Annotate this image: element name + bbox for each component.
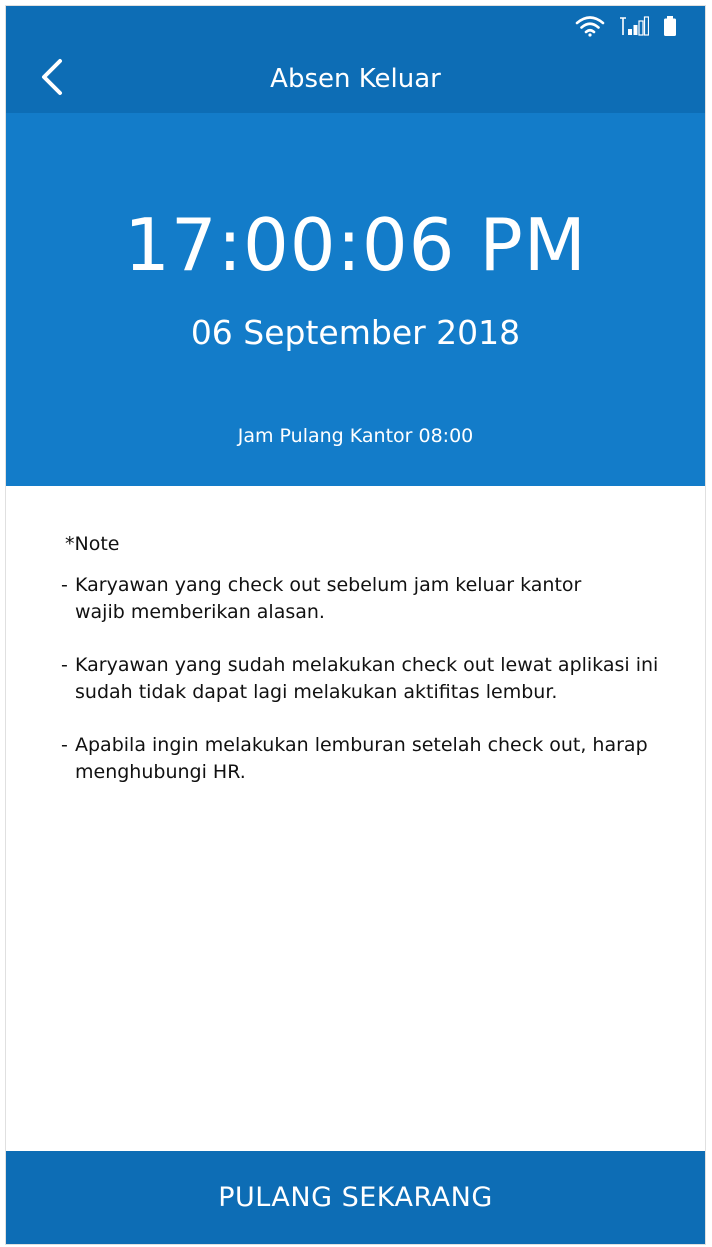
note-item: - Apabila ingin melakukan lemburan setel… [61, 732, 661, 786]
note-bullet: - [61, 574, 68, 596]
current-date: 06 September 2018 [190, 313, 521, 352]
office-checkout-time: Jam Pulang Kantor 08:00 [237, 425, 474, 447]
note-bullet: - [61, 734, 68, 756]
clock-panel: 17:00:06 PM 06 September 2018 Jam Pulang… [6, 113, 705, 486]
current-time: 17:00:06 PM [124, 203, 587, 287]
note-bullet: - [61, 654, 68, 676]
checkout-now-button[interactable]: PULANG SEKARANG [6, 1151, 705, 1244]
note-text: Karyawan yang sudah melakukan check out … [75, 652, 661, 706]
signal-icon [619, 15, 649, 37]
note-item: - Karyawan yang sudah melakukan check ou… [61, 652, 661, 706]
chevron-left-icon [38, 57, 66, 101]
note-line: Apabila ingin melakukan lemburan setelah… [75, 734, 648, 756]
note-text: Apabila ingin melakukan lemburan setelah… [75, 732, 661, 786]
status-icons [575, 13, 677, 39]
page-title: Absen Keluar [270, 64, 441, 94]
app-screen: Absen Keluar 17:00:06 PM 06 September 20… [5, 5, 706, 1245]
battery-icon [663, 15, 677, 37]
note-title: *Note [65, 533, 120, 555]
note-line: Karyawan yang sudah melakukan check out … [75, 654, 659, 676]
status-bar [6, 6, 705, 45]
back-button[interactable] [28, 55, 76, 103]
note-line: wajib memberikan alasan. [75, 601, 325, 623]
note-line: menghubungi HR. [75, 761, 246, 783]
app-bar: Absen Keluar [6, 45, 705, 113]
notes-section: *Note - Karyawan yang check out sebelum … [61, 531, 661, 812]
wifi-icon [575, 15, 605, 37]
note-line: Karyawan yang check out sebelum jam kelu… [75, 574, 582, 596]
note-text: Karyawan yang check out sebelum jam kelu… [75, 572, 661, 626]
note-item: - Karyawan yang check out sebelum jam ke… [61, 572, 661, 626]
note-line: sudah tidak dapat lagi melakukan aktifit… [75, 681, 558, 703]
